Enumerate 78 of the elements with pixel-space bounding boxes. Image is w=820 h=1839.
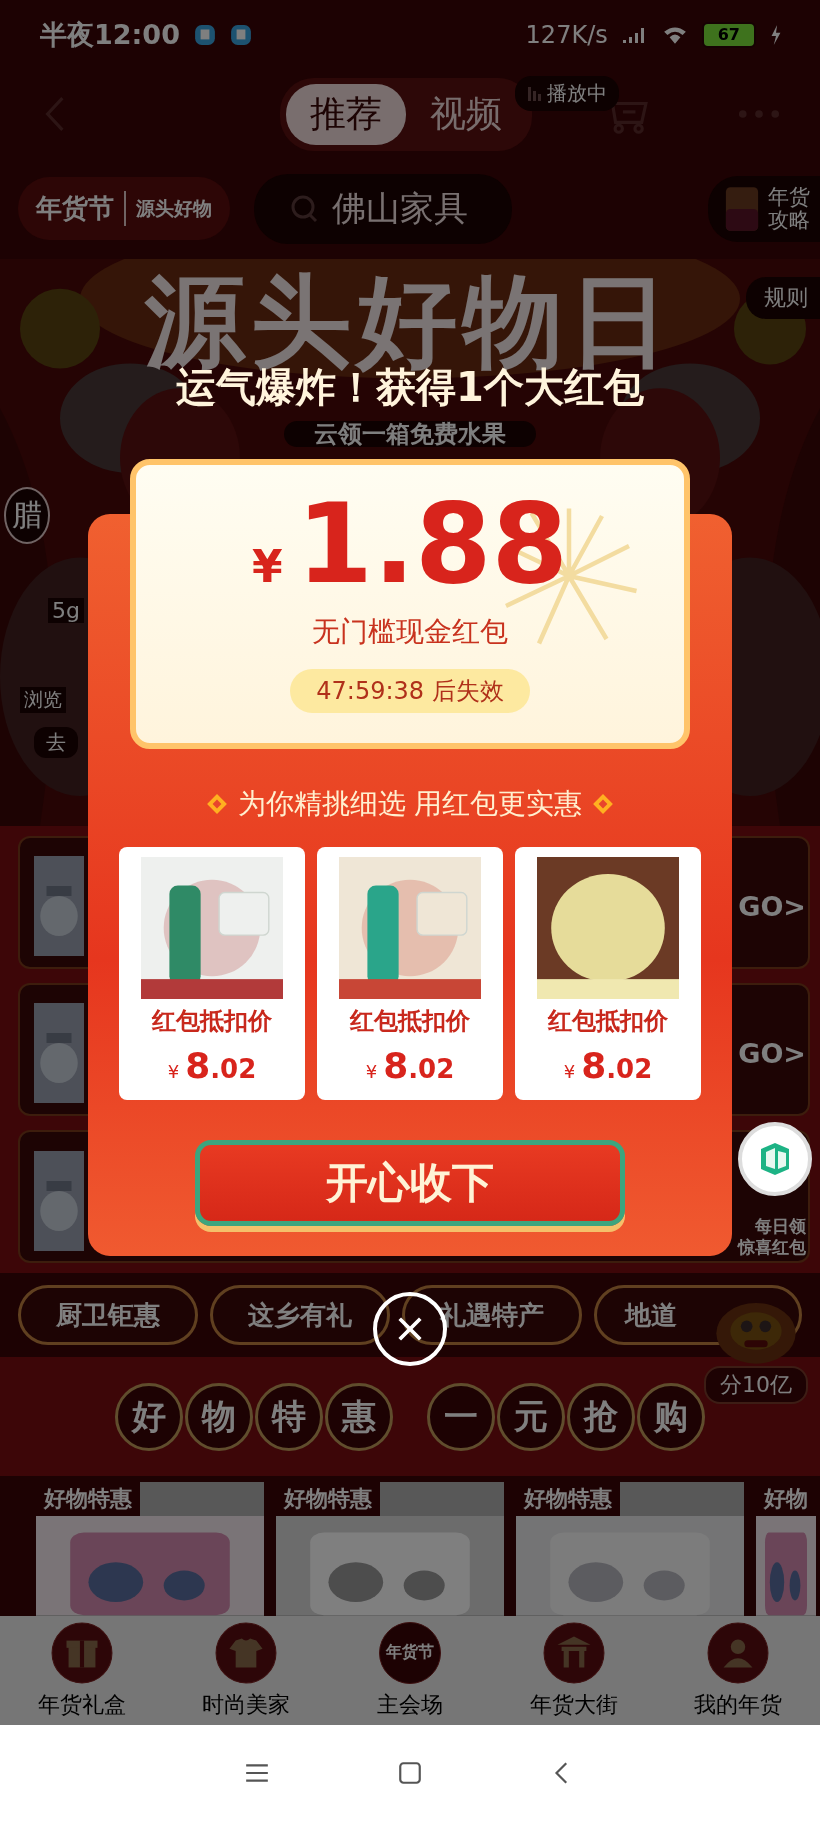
discount-label: 红包抵扣价: [350, 1006, 470, 1037]
tab-label: 主会场: [377, 1690, 443, 1719]
logo-badge[interactable]: 年货节 源头好物: [18, 177, 230, 241]
go-label: GO>: [738, 890, 806, 922]
recommend-heading: 为你精挑细选 用红包更实惠: [237, 786, 583, 822]
title-character: 物: [185, 1382, 253, 1451]
diamond-icon: [592, 793, 615, 815]
go-button[interactable]: 去: [34, 727, 78, 758]
discount-label: 红包抵扣价: [548, 1006, 668, 1037]
product-tag: 好物特惠: [36, 1482, 140, 1517]
price: ¥ 8.02: [365, 1045, 455, 1086]
logo-text: 年货节: [36, 191, 126, 227]
gift-label: 惊喜红包: [738, 1236, 806, 1258]
app-notification-icon: [193, 23, 216, 46]
banner-subtitle-button[interactable]: 云领一箱免费水果: [284, 420, 536, 447]
title-character: 好: [115, 1382, 183, 1451]
title-character: 一: [427, 1382, 495, 1451]
app-notification-icon: [229, 23, 252, 46]
playing-badge[interactable]: 播放中: [515, 75, 619, 111]
price: ¥ 8.02: [167, 1045, 257, 1086]
category-chip[interactable]: 厨卫钜惠: [18, 1285, 198, 1345]
browse-label: 浏览: [20, 687, 66, 713]
title-character: 惠: [325, 1382, 393, 1451]
product-card[interactable]: 好物: [756, 1482, 816, 1616]
playing-label: 播放中: [547, 79, 607, 107]
home-icon[interactable]: [397, 1759, 423, 1786]
bottom-tab[interactable]: 时尚美家: [164, 1615, 328, 1725]
packet-label: 无门槛现金红包: [312, 614, 508, 650]
logo-subtext: 源头好物: [136, 195, 212, 221]
price: ¥ 8.02: [563, 1045, 653, 1086]
weight-tag: 5g: [48, 598, 84, 623]
product-card[interactable]: 红包抵扣价 ¥ 8.02: [317, 847, 503, 1100]
product-tag: 好物: [756, 1482, 816, 1517]
category-chip[interactable]: 这乡有礼: [210, 1285, 390, 1345]
close-icon: [396, 1315, 424, 1343]
charging-icon: [770, 24, 782, 45]
bottom-tab[interactable]: 年货节 主会场: [328, 1615, 492, 1725]
bottom-tab[interactable]: 年货大街: [492, 1615, 656, 1725]
tab-label: 年货大街: [530, 1690, 618, 1719]
product-card[interactable]: 红包抵扣价 ¥ 8.02: [515, 847, 701, 1100]
logo-icon: 年货节: [379, 1621, 441, 1684]
product-tag: 好物特惠: [516, 1482, 620, 1517]
clock-time: 半夜12:00: [40, 17, 180, 52]
title-character: 购: [637, 1382, 705, 1451]
title-character: 抢: [567, 1382, 635, 1451]
product-card[interactable]: 好物特惠: [276, 1482, 504, 1616]
network-speed: 127K/s: [525, 20, 608, 49]
title-character: 元: [497, 1382, 565, 1451]
gate-icon: [543, 1621, 605, 1684]
bottom-tab[interactable]: 年货礼盒: [0, 1615, 164, 1725]
tab[interactable]: 推荐: [286, 83, 406, 145]
tab-label: 时尚美家: [202, 1690, 290, 1719]
tab-label: 我的年货: [694, 1690, 782, 1719]
search-icon: [290, 193, 320, 224]
gift-label: 每日领: [755, 1216, 806, 1237]
person-icon: [707, 1621, 769, 1684]
book-icon: [723, 185, 760, 232]
lion-label: 分10亿: [704, 1366, 808, 1404]
bottom-tab[interactable]: 我的年货: [656, 1615, 820, 1725]
title-character: 特: [255, 1382, 323, 1451]
product-card[interactable]: 好物特惠: [36, 1482, 264, 1616]
tab-label: 年货礼盒: [38, 1690, 126, 1719]
guide-button[interactable]: 年货攻略: [707, 175, 820, 242]
battery-icon: 67: [701, 21, 756, 48]
product-card[interactable]: 好物特惠: [516, 1482, 744, 1616]
expiry-badge: 47:59:38 后失效: [290, 669, 530, 713]
go-label: GO>: [738, 1037, 806, 1069]
gift-icon: [51, 1621, 113, 1684]
discount-label: 红包抵扣价: [152, 1006, 272, 1037]
product-card[interactable]: 红包抵扣价 ¥ 8.02: [119, 847, 305, 1100]
amount-value: 1.88: [296, 489, 568, 599]
currency-symbol: ¥: [252, 541, 283, 592]
rules-link[interactable]: 规则: [746, 276, 820, 319]
search-field[interactable]: 佛山家具: [254, 173, 512, 244]
shirt-icon: [215, 1621, 277, 1684]
diamond-icon: [205, 793, 228, 815]
product-tag: 好物特惠: [276, 1482, 380, 1517]
bars-icon: [527, 85, 543, 102]
